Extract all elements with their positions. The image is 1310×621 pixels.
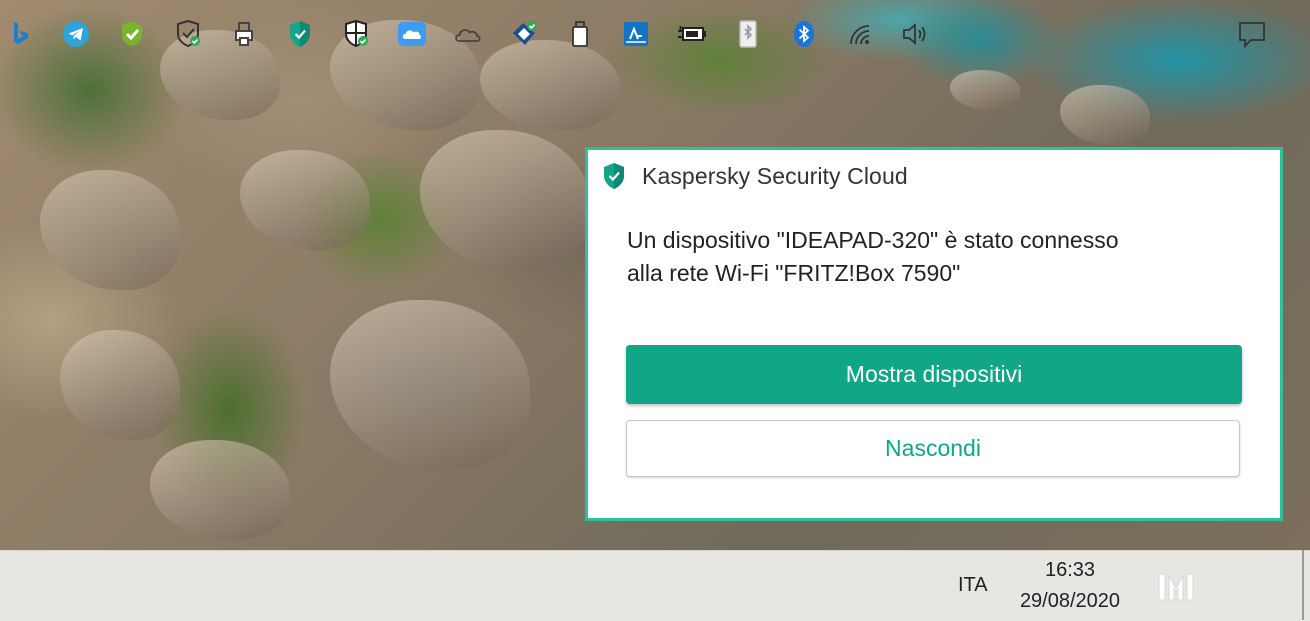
shield-check-icon[interactable] xyxy=(172,18,204,50)
telegram-icon[interactable] xyxy=(60,18,92,50)
bing-icon[interactable] xyxy=(4,18,36,50)
windows-security-icon[interactable] xyxy=(340,18,372,50)
volume-icon[interactable] xyxy=(900,18,932,50)
input-language[interactable]: ITA xyxy=(958,574,988,597)
kaspersky-icon[interactable] xyxy=(284,18,316,50)
battery-charging-icon[interactable] xyxy=(676,18,708,50)
bluetooth-file-icon[interactable] xyxy=(732,18,764,50)
toast-message-line-1: Un dispositivo "IDEAPAD-320" è stato con… xyxy=(627,227,1119,253)
notification-toast[interactable]: Kaspersky Security Cloud Un dispositivo … xyxy=(585,147,1283,521)
toast-app-name: Kaspersky Security Cloud xyxy=(642,162,908,189)
clock-date: 29/08/2020 xyxy=(1019,590,1121,612)
printer-icon[interactable] xyxy=(228,18,260,50)
toast-message: Un dispositivo "IDEAPAD-320" è stato con… xyxy=(627,224,1227,290)
green-shield-app-icon[interactable] xyxy=(116,18,148,50)
taskbar-clock[interactable]: 16:33 29/08/2020 xyxy=(1010,556,1130,618)
usb-drive-icon[interactable] xyxy=(564,18,596,50)
onedrive-icon[interactable] xyxy=(452,18,484,50)
show-desktop-button[interactable] xyxy=(1302,550,1304,620)
kaspersky-shield-icon xyxy=(604,163,624,189)
toast-message-line-2: alla rete Wi-Fi "FRITZ!Box 7590" xyxy=(627,260,961,286)
brand-logo-icon[interactable] xyxy=(1156,566,1196,606)
show-devices-button[interactable]: Mostra dispositivi xyxy=(626,345,1242,404)
wifi-icon[interactable] xyxy=(844,18,876,50)
icloud-icon[interactable] xyxy=(396,18,428,50)
clock-time: 16:33 xyxy=(1044,559,1096,581)
network-sync-icon[interactable] xyxy=(508,18,540,50)
hide-button[interactable]: Nascondi xyxy=(626,420,1240,477)
toast-header: Kaspersky Security Cloud xyxy=(602,161,908,191)
bluetooth-icon[interactable] xyxy=(788,18,820,50)
notification-center-icon[interactable] xyxy=(1236,18,1268,50)
hp-support-icon[interactable] xyxy=(620,18,652,50)
